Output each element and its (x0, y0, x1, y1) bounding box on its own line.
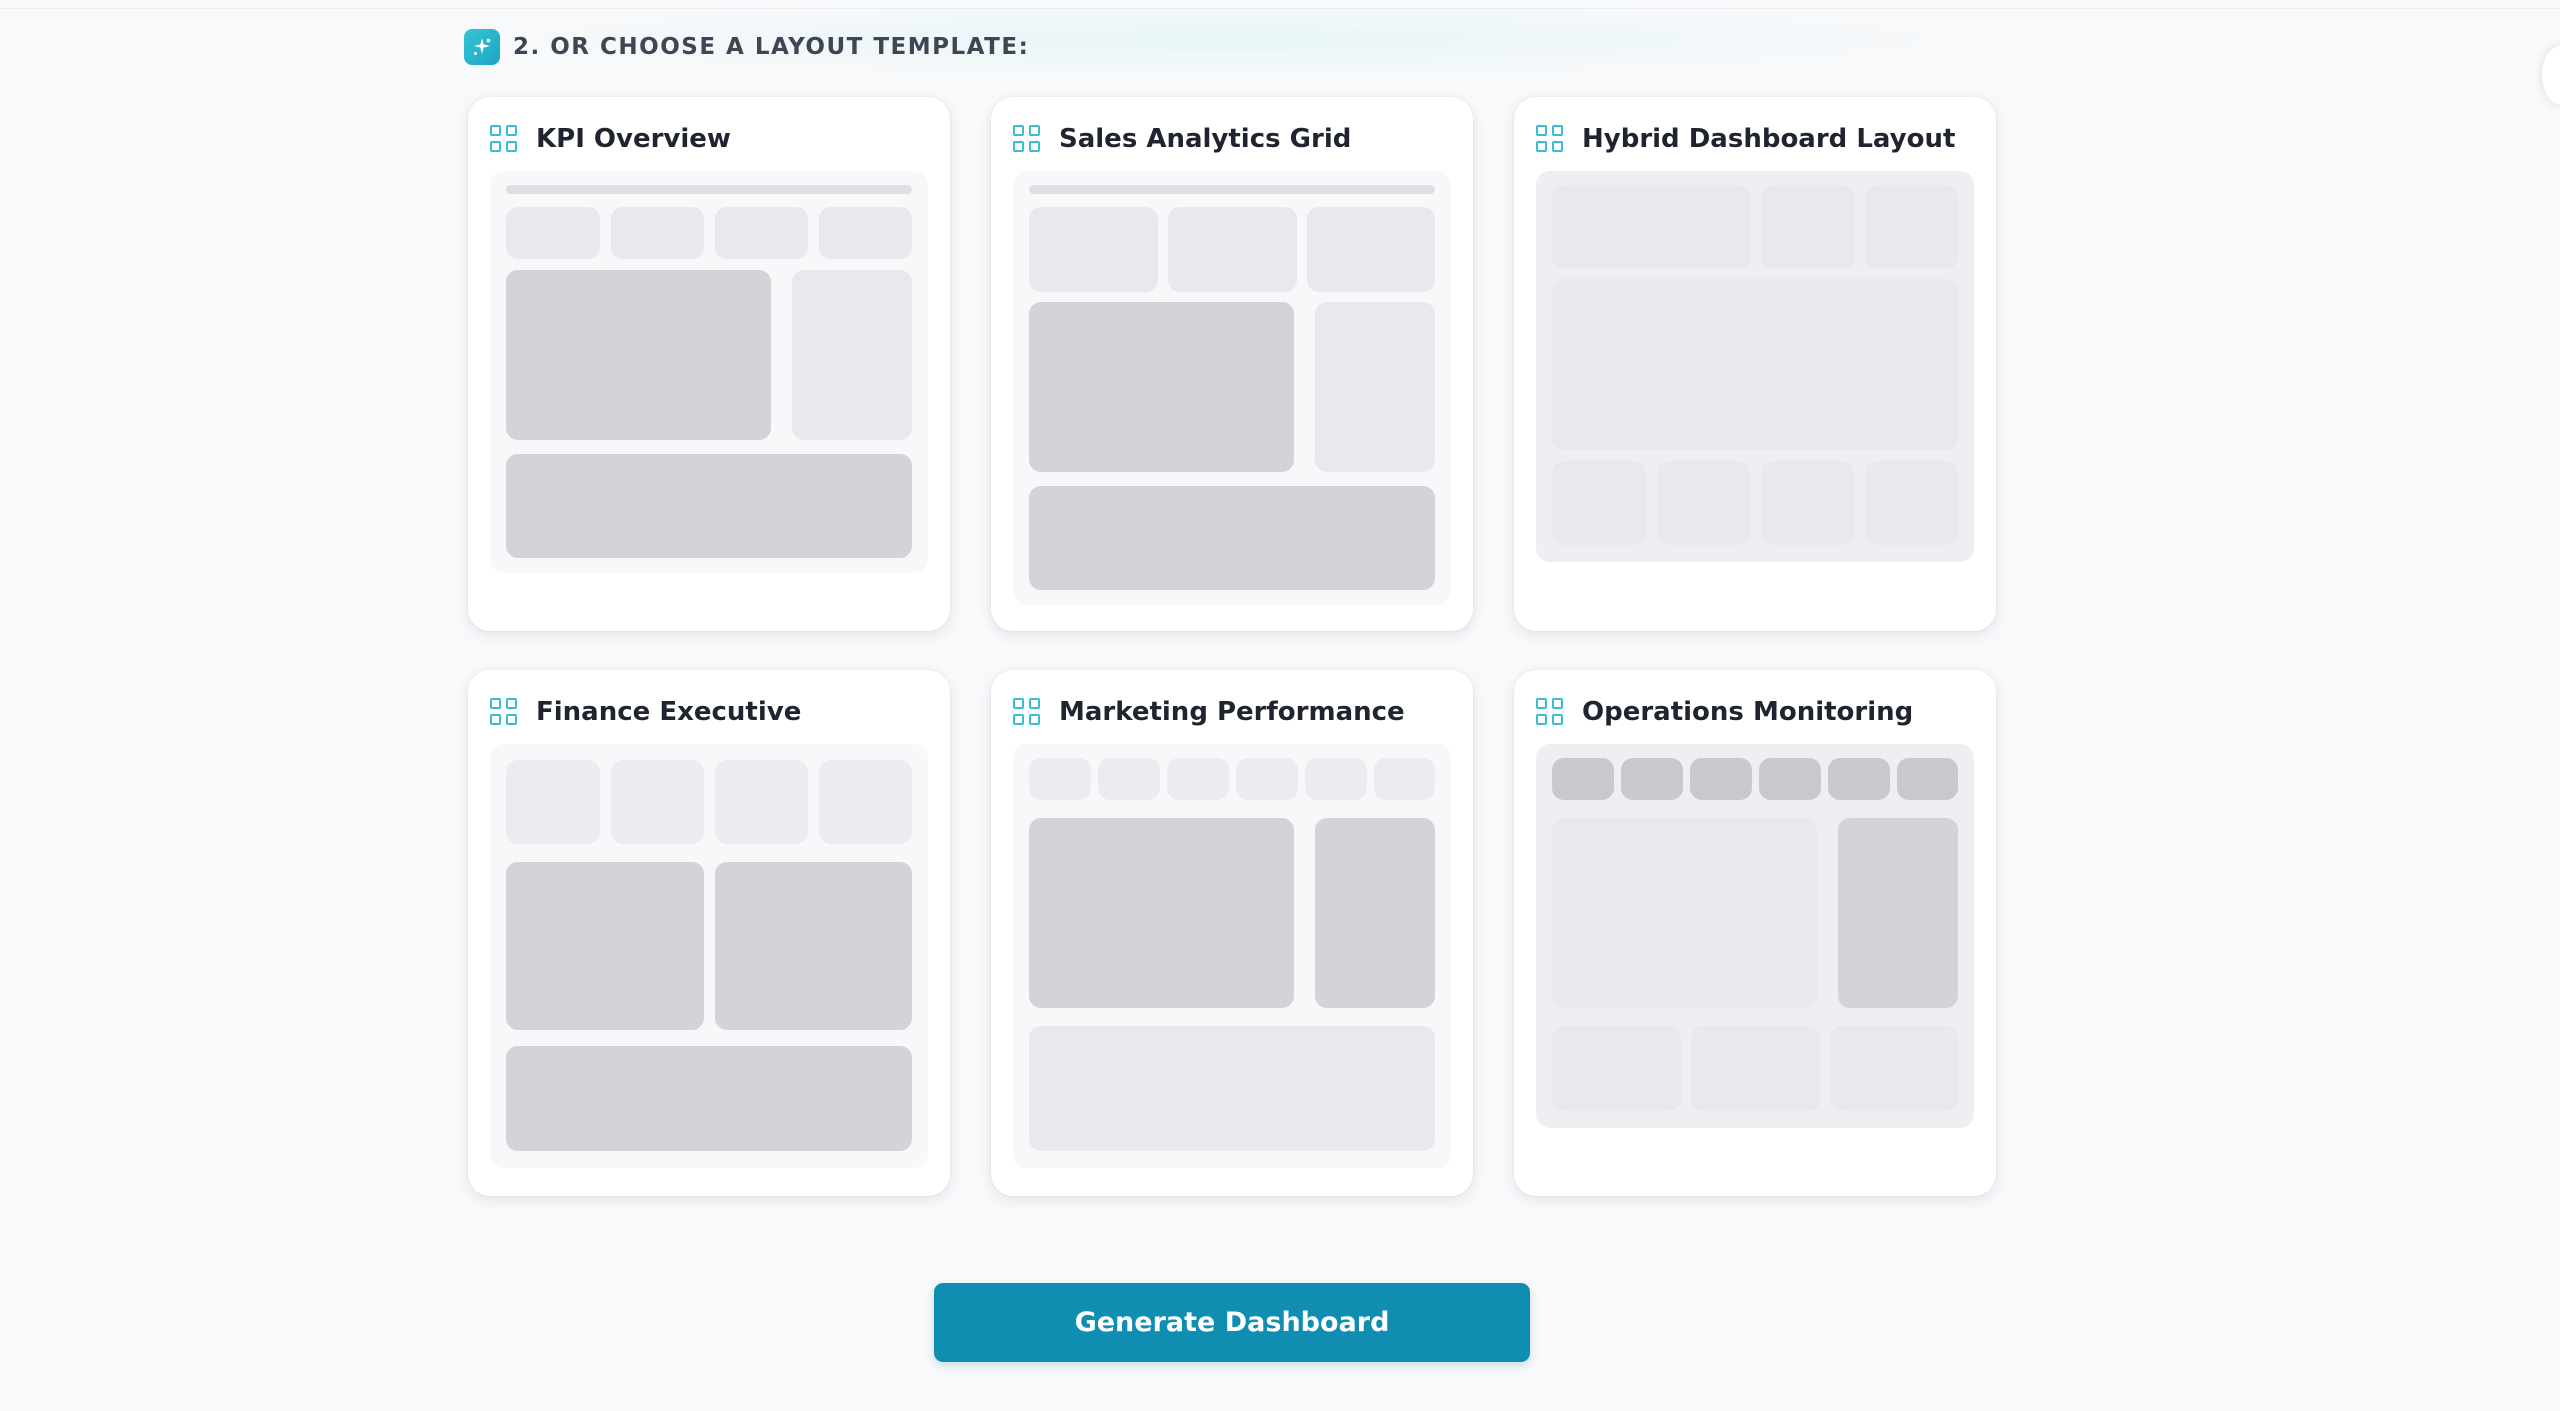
preview-footer-tile (1830, 1026, 1958, 1111)
preview-metric-chip (1029, 758, 1091, 800)
card-header: Finance Executive (490, 692, 801, 732)
preview-metric-chip (1167, 758, 1229, 800)
preview-kpi-tile (611, 760, 704, 844)
grid-icon (490, 125, 518, 153)
preview-metric-chip (1305, 758, 1367, 800)
grid-icon (1536, 125, 1564, 153)
grid-icon (1536, 698, 1564, 726)
preview-kpi-tile (1761, 185, 1855, 269)
preview-footer-tile (1552, 1026, 1681, 1111)
preview-main-chart (1552, 279, 1958, 450)
preview-main-chart (1029, 302, 1294, 472)
preview-kpi-tile (506, 760, 600, 844)
layout-preview (1013, 744, 1451, 1168)
card-title: Marketing Performance (1059, 697, 1405, 727)
preview-kpi-tile (715, 207, 808, 259)
layout-preview (1536, 744, 1974, 1128)
card-header: Hybrid Dashboard Layout (1536, 119, 1955, 159)
side-panel-handle[interactable] (2542, 45, 2560, 105)
preview-side-panel (1315, 818, 1435, 1008)
preview-status-chip (1552, 758, 1614, 800)
template-card-kpi-overview[interactable]: KPI Overview (468, 97, 950, 631)
section-title: 2. OR CHOOSE A LAYOUT TEMPLATE: (513, 34, 1030, 60)
preview-footer-tile (1761, 461, 1854, 545)
card-header: KPI Overview (490, 119, 731, 159)
preview-metric-chip (1236, 758, 1298, 800)
layout-preview (490, 171, 928, 573)
sparkle-icon (464, 29, 500, 65)
template-card-operations-monitoring[interactable]: Operations Monitoring (1514, 670, 1996, 1196)
preview-status-chip (1828, 758, 1890, 800)
preview-status-chip (1897, 758, 1958, 800)
preview-header-bar (506, 185, 912, 194)
grid-icon (1013, 698, 1041, 726)
template-card-marketing-performance[interactable]: Marketing Performance (991, 670, 1473, 1196)
preview-side-panel (792, 270, 912, 440)
preview-wide-tile (1552, 185, 1751, 269)
preview-footer-chart (1029, 486, 1435, 590)
grid-icon (1013, 125, 1041, 153)
card-title: Sales Analytics Grid (1059, 124, 1352, 154)
preview-kpi-tile (506, 207, 600, 259)
preview-kpi-tile (611, 207, 704, 259)
preview-metric-chip (1374, 758, 1435, 800)
card-header: Sales Analytics Grid (1013, 119, 1351, 159)
preview-chart-left (506, 862, 704, 1030)
preview-status-chip (1759, 758, 1821, 800)
layout-preview (1536, 171, 1974, 562)
preview-kpi-tile (1168, 207, 1297, 292)
preview-footer-chart (506, 454, 912, 558)
preview-footer-chart (506, 1046, 912, 1151)
preview-kpi-tile (819, 760, 912, 844)
preview-kpi-tile (1865, 185, 1958, 269)
preview-header-bar (1029, 185, 1435, 194)
preview-side-panel (1315, 302, 1435, 472)
preview-footer-tile (1691, 1026, 1820, 1111)
preview-kpi-tile (819, 207, 912, 259)
preview-chart-right (715, 862, 912, 1030)
preview-kpi-tile (1029, 207, 1158, 292)
preview-footer-tile (1552, 461, 1646, 545)
generate-dashboard-button[interactable]: Generate Dashboard (934, 1283, 1530, 1362)
preview-kpi-tile (1307, 207, 1435, 292)
preview-main-chart (1029, 818, 1294, 1008)
card-title: Operations Monitoring (1582, 697, 1914, 727)
template-card-hybrid-dashboard-layout[interactable]: Hybrid Dashboard Layout (1514, 97, 1996, 631)
card-header: Marketing Performance (1013, 692, 1405, 732)
preview-metric-chip (1098, 758, 1160, 800)
template-card-sales-analytics-grid[interactable]: Sales Analytics Grid (991, 97, 1473, 631)
card-title: Hybrid Dashboard Layout (1582, 124, 1956, 154)
card-title: KPI Overview (536, 124, 731, 154)
preview-status-chip (1690, 758, 1752, 800)
preview-main-chart (1552, 818, 1817, 1008)
preview-main-chart (506, 270, 771, 440)
preview-kpi-tile (715, 760, 808, 844)
layout-preview (490, 744, 928, 1168)
preview-footer-tile (1657, 461, 1750, 545)
grid-icon (490, 698, 518, 726)
preview-status-chip (1621, 758, 1683, 800)
template-card-finance-executive[interactable]: Finance Executive (468, 670, 950, 1196)
card-title: Finance Executive (536, 697, 802, 727)
section-header: 2. OR CHOOSE A LAYOUT TEMPLATE: (464, 28, 1029, 66)
preview-footer-panel (1029, 1026, 1435, 1151)
card-header: Operations Monitoring (1536, 692, 1913, 732)
preview-side-panel (1838, 818, 1958, 1008)
preview-footer-tile (1865, 461, 1958, 545)
layout-preview (1013, 171, 1451, 605)
